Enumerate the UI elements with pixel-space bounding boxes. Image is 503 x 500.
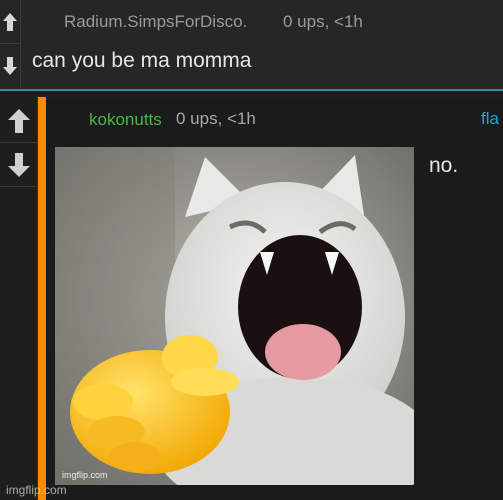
vote-column xyxy=(0,97,38,500)
comment-author[interactable]: Radium.SimpsForDisco. xyxy=(64,12,247,32)
screaming-cat-pointing-illustration xyxy=(55,147,414,485)
comment-meta: 0 ups, <1h xyxy=(283,12,363,31)
vote-column xyxy=(0,0,21,88)
comment-body: can you be ma momma xyxy=(32,49,252,72)
upvote-arrow-icon xyxy=(3,12,17,31)
image-source-tag: imgflip.com xyxy=(62,470,108,480)
thread-indicator-bar xyxy=(38,97,46,500)
imgflip-watermark: imgflip.com xyxy=(6,483,67,497)
flag-link[interactable]: fla xyxy=(481,109,499,129)
comment-meta: 0 ups, <1h xyxy=(176,109,256,128)
comment-parent: Radium.SimpsForDisco. 0 ups, <1h can you… xyxy=(0,0,503,91)
downvote-arrow-icon xyxy=(7,152,30,177)
upvote-arrow-icon xyxy=(7,108,30,133)
downvote-button[interactable] xyxy=(0,143,37,187)
upvote-button[interactable] xyxy=(0,99,37,143)
comment-author[interactable]: kokonutts xyxy=(89,110,162,130)
upvote-button[interactable] xyxy=(0,0,20,44)
meme-image[interactable]: imgflip.com xyxy=(55,147,414,485)
comment-reply: kokonutts 0 ups, <1h fla imgflip.com no. xyxy=(0,97,503,500)
comment-body: no. xyxy=(429,154,459,177)
downvote-arrow-icon xyxy=(3,57,17,75)
downvote-button[interactable] xyxy=(0,44,20,88)
